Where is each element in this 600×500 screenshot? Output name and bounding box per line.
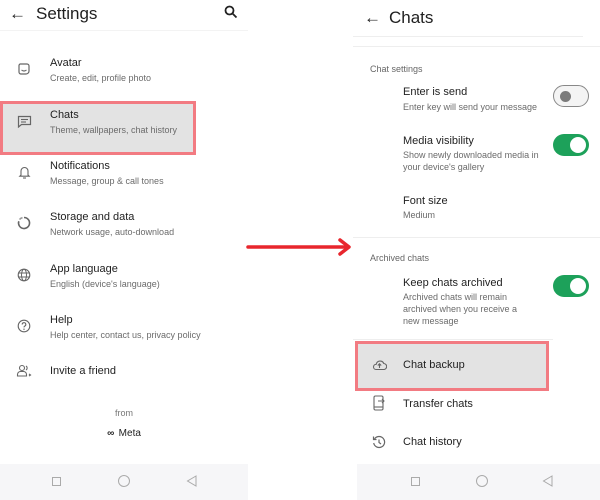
setting-label: Font size bbox=[403, 195, 448, 207]
back-nav-button[interactable] bbox=[542, 475, 553, 487]
settings-item-invite[interactable]: Invite a friend bbox=[0, 360, 248, 384]
item-label: Notifications bbox=[50, 160, 110, 172]
setting-label: Media visibility bbox=[403, 135, 474, 147]
action-label: Chat history bbox=[403, 436, 462, 448]
item-label: Storage and data bbox=[50, 211, 135, 223]
section-header-chat-settings: Chat settings bbox=[370, 64, 423, 74]
setting-label: Enter is send bbox=[403, 86, 468, 98]
item-sub: Message, group & call tones bbox=[50, 176, 164, 186]
item-label: Invite a friend bbox=[50, 365, 117, 377]
cloud-upload-icon bbox=[372, 360, 387, 371]
settings-item-notifications[interactable]: Notifications Message, group & call tone… bbox=[0, 155, 248, 195]
item-sub: English (device's language) bbox=[50, 279, 160, 289]
bell-icon bbox=[18, 166, 31, 179]
setting-media-visibility[interactable]: Media visibility Show newly downloaded m… bbox=[353, 133, 600, 173]
page-title: Chats bbox=[389, 8, 434, 27]
action-transfer-chats[interactable]: Transfer chats bbox=[353, 392, 600, 418]
enter-is-send-toggle[interactable] bbox=[553, 85, 589, 107]
history-icon bbox=[372, 435, 386, 449]
storage-icon bbox=[17, 216, 31, 230]
home-button[interactable] bbox=[118, 475, 130, 487]
item-sub: Network usage, auto-download bbox=[50, 227, 175, 237]
arrow-left-icon: ← bbox=[364, 8, 381, 27]
action-chat-backup[interactable]: Chat backup bbox=[353, 344, 600, 388]
avatar-icon bbox=[18, 63, 30, 75]
item-label: Chats bbox=[50, 109, 79, 121]
action-label: Chat backup bbox=[403, 359, 465, 371]
search-icon bbox=[224, 5, 238, 19]
meta-logo: ∞ Meta bbox=[0, 423, 248, 441]
meta-infinity-icon: ∞ bbox=[107, 428, 115, 439]
item-sub: Help center, contact us, privacy policy bbox=[50, 330, 201, 340]
toggle-knob bbox=[560, 90, 571, 102]
top-divider-2 bbox=[353, 46, 600, 47]
top-divider bbox=[0, 30, 248, 31]
settings-item-help[interactable]: Help Help center, contact us, privacy po… bbox=[0, 309, 248, 349]
back-button[interactable]: ← bbox=[364, 8, 381, 28]
back-button[interactable]: ← bbox=[9, 4, 26, 24]
arrow-right-icon bbox=[246, 238, 351, 256]
recents-button[interactable] bbox=[52, 477, 61, 486]
item-sub: Create, edit, profile photo bbox=[50, 73, 152, 83]
settings-top-bar: ← Settings bbox=[0, 0, 248, 30]
transfer-phone-icon bbox=[373, 395, 385, 411]
system-nav-bar bbox=[357, 464, 600, 500]
page-title: Settings bbox=[36, 4, 98, 23]
setting-enter-is-send[interactable]: Enter is send Enter key will send your m… bbox=[353, 84, 600, 118]
setting-font-size[interactable]: Font size Medium bbox=[353, 193, 600, 225]
meta-brand: Meta bbox=[118, 428, 141, 439]
toggle-knob bbox=[570, 137, 586, 153]
recents-button[interactable] bbox=[411, 477, 420, 486]
setting-sub: Archived chats will remain archived when… bbox=[403, 292, 518, 326]
media-visibility-toggle[interactable] bbox=[553, 134, 589, 156]
setting-sub: Medium bbox=[403, 210, 436, 220]
action-chat-history[interactable]: Chat history bbox=[353, 430, 600, 456]
settings-item-app-language[interactable]: App language English (device's language) bbox=[0, 258, 248, 298]
search-button[interactable] bbox=[224, 5, 238, 19]
globe-icon bbox=[17, 268, 31, 282]
help-icon bbox=[17, 319, 31, 333]
home-button[interactable] bbox=[476, 475, 488, 487]
arrow-left-icon: ← bbox=[9, 4, 26, 23]
invite-icon bbox=[16, 364, 32, 377]
chats-settings-screen: ← Chats Chat settings Enter is send Ente… bbox=[353, 0, 600, 500]
item-label: App language bbox=[50, 263, 118, 275]
setting-label: Keep chats archived bbox=[403, 277, 503, 289]
system-nav-bar bbox=[0, 464, 248, 500]
settings-item-chats[interactable]: Chats Theme, wallpapers, chat history bbox=[0, 104, 248, 152]
settings-screen: ← Settings Avatar Create, edit, profile … bbox=[0, 0, 248, 500]
section-divider bbox=[353, 237, 600, 238]
setting-sub: Show newly downloaded media in your devi… bbox=[403, 150, 539, 172]
settings-item-avatar[interactable]: Avatar Create, edit, profile photo bbox=[0, 52, 248, 92]
item-label: Avatar bbox=[50, 57, 82, 69]
toggle-knob bbox=[570, 278, 586, 294]
chat-icon bbox=[17, 115, 32, 128]
top-divider bbox=[353, 36, 583, 37]
setting-sub: Enter key will send your message bbox=[403, 102, 538, 112]
item-label: Help bbox=[50, 314, 73, 326]
section-divider bbox=[353, 339, 553, 340]
setting-keep-chats-archived[interactable]: Keep chats archived Archived chats will … bbox=[353, 275, 600, 326]
item-sub: Theme, wallpapers, chat history bbox=[50, 125, 178, 135]
back-nav-button[interactable] bbox=[186, 475, 197, 487]
chats-top-bar: ← Chats bbox=[353, 0, 600, 30]
action-label: Transfer chats bbox=[403, 398, 473, 410]
section-header-archived-chats: Archived chats bbox=[370, 253, 430, 263]
settings-item-storage[interactable]: Storage and data Network usage, auto-dow… bbox=[0, 206, 248, 246]
keep-chats-archived-toggle[interactable] bbox=[553, 275, 589, 297]
footer-from: from bbox=[115, 408, 133, 418]
